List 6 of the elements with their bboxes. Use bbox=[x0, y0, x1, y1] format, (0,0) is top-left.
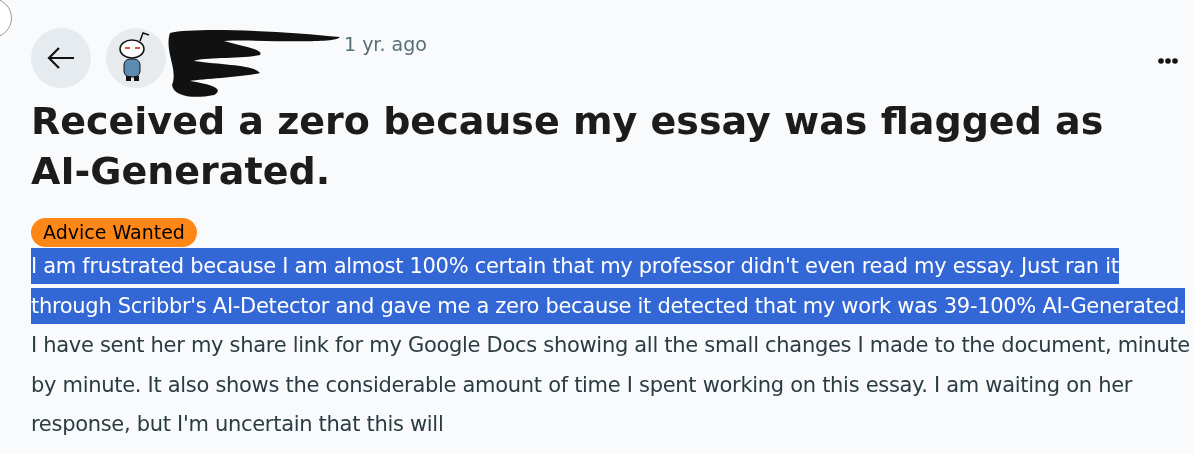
post-flair: Advice Wanted bbox=[31, 218, 197, 247]
post-time: 1 yr. ago bbox=[344, 31, 427, 57]
more-icon bbox=[1158, 58, 1178, 64]
post-title: Received a zero because my essay was flagged as AI-Generated. bbox=[31, 98, 1105, 195]
back-arrow-icon bbox=[46, 46, 76, 70]
post-body: I am frustrated because I am almost 100% certain that my professor didn't even read my essay. Just ran it through Scribbr's AI-Detector and gave me a zero because it detected that my work was 39-100% AI-Generated. I have sent her my share link for my Google Docs showing all the small changes I made to the document, minute by minute. It also shows the considerable amount of time I spent working on this essay. I am waiting on her response, but I'm uncertain that this will bbox=[31, 247, 1191, 445]
